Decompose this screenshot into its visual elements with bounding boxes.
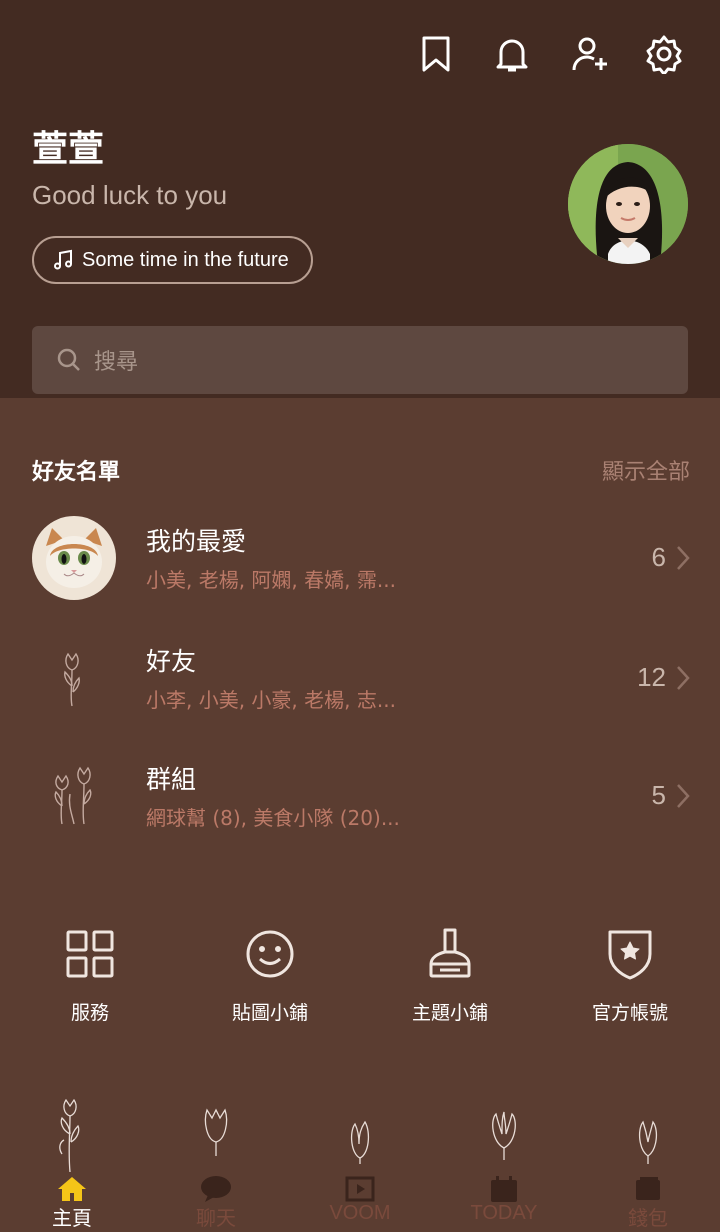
search-placeholder: 搜尋 (94, 350, 139, 375)
chevron-right-icon (677, 784, 690, 808)
search-input[interactable]: 搜尋 (32, 326, 688, 394)
tulip-decoration-icon (350, 1120, 370, 1164)
chevron-right-icon (677, 546, 690, 570)
tulip-decoration-icon (492, 1111, 516, 1160)
tab-label: TODAY (470, 1202, 538, 1224)
row-subtitle: 網球幫 (8), 美食小隊 (20)... (146, 806, 400, 830)
tulip-decoration-icon (204, 1108, 228, 1156)
theme-shop-shortcut[interactable]: 主題小鋪 (360, 924, 540, 1025)
favorites-thumbnail (32, 516, 116, 600)
shortcut-label: 主題小鋪 (411, 1002, 488, 1024)
list-item-groups[interactable]: 群組 網球幫 (8), 美食小隊 (20)... 5 (0, 754, 720, 854)
shortcut-label: 官方帳號 (591, 1002, 668, 1024)
services-shortcut[interactable]: 服務 (0, 924, 180, 1025)
add-friend-icon[interactable] (568, 32, 612, 76)
row-count: 6 (651, 542, 666, 572)
profile-name[interactable]: 萱萱 (32, 120, 104, 172)
show-all-link[interactable]: 顯示全部 (602, 454, 690, 486)
list-item-friends[interactable]: 好友 小李, 小美, 小豪, 老楊, 志... 12 (0, 636, 720, 736)
profile-music-button[interactable]: Some time in the future (32, 236, 313, 284)
row-title: 好友 (146, 647, 197, 676)
row-count: 12 (637, 662, 666, 692)
tulip-decoration-icon (638, 1120, 658, 1164)
tab-label: 主頁 (52, 1206, 92, 1230)
chat-icon (201, 1176, 231, 1202)
row-title: 我的最愛 (146, 527, 247, 556)
tab-label: VOOM (329, 1202, 391, 1224)
calendar-icon (491, 1176, 517, 1202)
wallet-icon (636, 1177, 660, 1200)
tab-today[interactable]: TODAY (432, 1088, 576, 1232)
gear-icon[interactable] (642, 32, 686, 76)
grid-icon (66, 930, 114, 978)
tab-voom[interactable]: VOOM (288, 1088, 432, 1232)
friends-list-title: 好友名單 (32, 460, 121, 485)
bell-icon[interactable] (490, 32, 534, 76)
list-item-favorites[interactable]: 我的最愛 小美, 老楊, 阿嫻, 春嬌, 霈... 6 (0, 516, 720, 616)
shortcut-label: 貼圖小鋪 (231, 1002, 308, 1024)
tulip-decoration-icon (59, 1098, 80, 1173)
tulips-thumbnail-icon (32, 754, 116, 838)
bookmark-icon[interactable] (414, 32, 458, 76)
official-accounts-shortcut[interactable]: 官方帳號 (540, 924, 720, 1025)
search-icon (57, 348, 80, 371)
avatar[interactable] (568, 144, 688, 264)
tulip-thumbnail-icon (32, 636, 116, 720)
profile-header: 萱萱 Good luck to you Some time in the fut… (0, 0, 720, 398)
video-icon (345, 1176, 375, 1202)
smiley-icon (246, 930, 294, 978)
shield-star-icon (608, 930, 652, 980)
tab-label: 錢包 (628, 1208, 668, 1230)
home-icon (58, 1177, 86, 1201)
sticker-shop-shortcut[interactable]: 貼圖小鋪 (180, 924, 360, 1025)
shortcut-label: 服務 (70, 1002, 109, 1024)
row-subtitle: 小李, 小美, 小豪, 老楊, 志... (146, 688, 396, 712)
music-note-icon (54, 249, 72, 270)
status-message[interactable]: Good luck to you (32, 180, 227, 211)
tab-label: 聊天 (196, 1208, 236, 1230)
row-count: 5 (651, 780, 666, 810)
tab-wallet[interactable]: 錢包 (576, 1088, 720, 1232)
row-title: 群組 (146, 765, 197, 794)
tab-home[interactable]: 主頁 (0, 1088, 144, 1232)
chevron-right-icon (677, 666, 690, 690)
brush-icon (429, 928, 471, 978)
tab-chat[interactable]: 聊天 (144, 1088, 288, 1232)
music-title: Some time in the future (82, 248, 289, 271)
row-subtitle: 小美, 老楊, 阿嫻, 春嬌, 霈... (146, 568, 396, 592)
